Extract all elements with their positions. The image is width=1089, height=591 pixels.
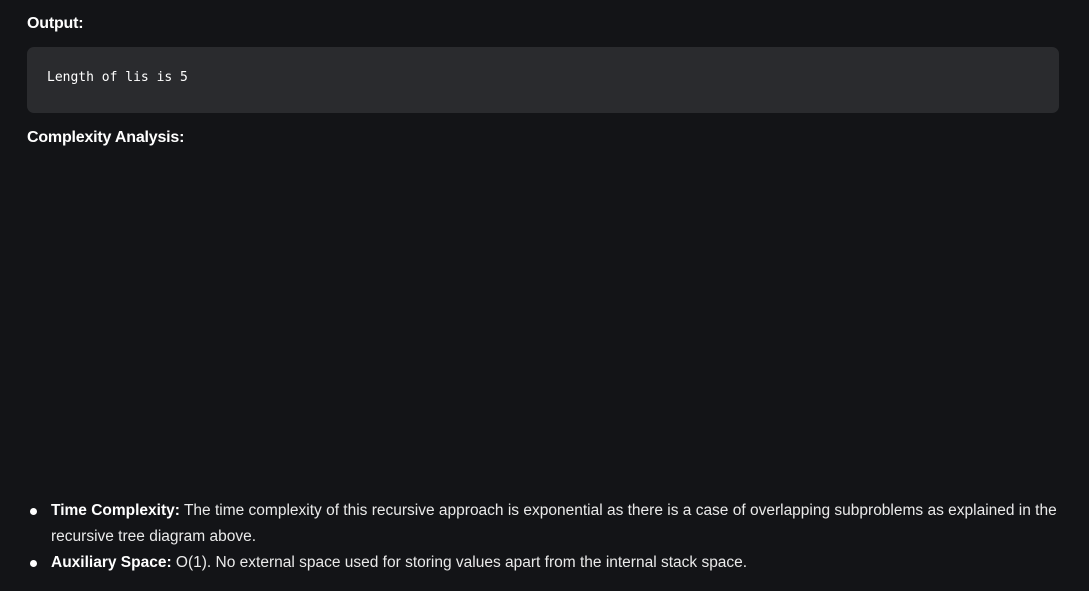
article-section: Output: Length of lis is 5 Complexity An… [0, 0, 1089, 591]
auxiliary-space-text: O(1). No external space used for storing… [171, 554, 748, 571]
time-complexity-text: The time complexity of this recursive ap… [51, 502, 1057, 545]
code-output-block: Length of lis is 5 [27, 47, 1059, 113]
list-item-time-complexity: Time Complexity: The time complexity of … [27, 498, 1067, 550]
complexity-list: Time Complexity: The time complexity of … [27, 498, 1067, 576]
time-complexity-label: Time Complexity: [51, 502, 180, 519]
auxiliary-space-label: Auxiliary Space: [51, 554, 172, 571]
output-heading: Output: [27, 15, 84, 32]
list-item-auxiliary-space: Auxiliary Space: O(1). No external space… [27, 550, 1067, 576]
bullet-icon [30, 560, 37, 567]
bullet-icon [30, 508, 37, 515]
complexity-analysis-heading: Complexity Analysis: [27, 129, 185, 146]
empty-content-area [27, 160, 1059, 490]
code-output-text: Length of lis is 5 [47, 70, 188, 85]
